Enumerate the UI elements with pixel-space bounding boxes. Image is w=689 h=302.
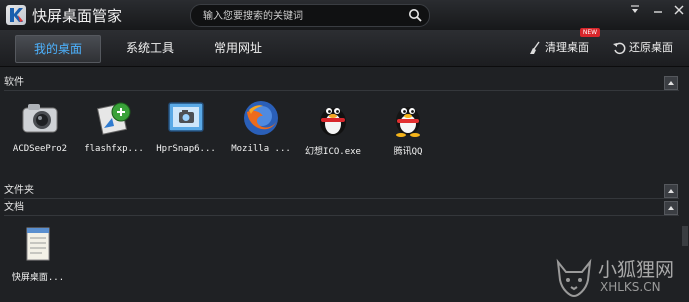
desktop-item-label: HprSnap6...	[156, 144, 216, 154]
firefox-icon	[241, 98, 281, 138]
desktop-item-label: flashfxp...	[84, 144, 144, 154]
restore-icon	[613, 42, 626, 55]
tab-system-tools[interactable]: 系统工具	[110, 35, 190, 61]
desktop-item-huanxiang[interactable]: 幻想ICO.exe	[297, 98, 369, 168]
new-badge: NEW	[580, 28, 600, 37]
clean-desktop-label: 清理桌面	[545, 41, 589, 54]
fox-watermark-icon	[556, 258, 592, 298]
section-software[interactable]: 软件	[4, 75, 679, 91]
section-docs[interactable]: 文档	[4, 200, 679, 216]
menu-dropdown-icon[interactable]	[628, 4, 642, 16]
minimize-icon[interactable]	[651, 4, 665, 16]
section-folders-title: 文件夹	[4, 185, 34, 196]
desktop-item-label: 快屏桌面...	[11, 273, 65, 283]
desktop-item-label: ACDSeePro2	[12, 144, 68, 154]
tab-common-sites[interactable]: 常用网址	[198, 35, 278, 61]
watermark-url: XHLKS.CN	[600, 280, 661, 294]
desktop-item-hypersnap[interactable]: HprSnap6...	[150, 98, 222, 168]
hypersnap-icon	[166, 98, 206, 138]
close-icon[interactable]	[672, 4, 686, 16]
collapse-folders-icon[interactable]	[664, 184, 678, 198]
title-bar: 快屏桌面管家	[0, 0, 689, 30]
section-docs-title: 文档	[4, 202, 24, 213]
watermark-text: 小狐狸网	[598, 259, 675, 281]
desktop-item-kuaiping-doc[interactable]: 快屏桌面...	[2, 224, 74, 294]
desktop-item-mozilla[interactable]: Mozilla ...	[225, 98, 297, 168]
collapse-software-icon[interactable]	[664, 76, 678, 90]
notepad-icon	[18, 224, 58, 264]
section-software-title: 软件	[4, 77, 24, 88]
collapse-docs-icon[interactable]	[664, 201, 678, 215]
search-input[interactable]	[201, 8, 405, 25]
qq-penguin-icon	[388, 98, 428, 138]
app-logo-icon	[6, 5, 26, 25]
scrollbar-thumb[interactable]	[682, 226, 688, 246]
broom-icon	[530, 41, 540, 54]
desktop-item-qq[interactable]: 腾讯QQ	[372, 98, 444, 168]
desktop-item-label: 腾讯QQ	[393, 147, 423, 157]
camera-icon	[20, 98, 60, 138]
watermark: 小狐狸网 XHLKS.CN	[548, 250, 689, 302]
tab-my-desktop[interactable]: 我的桌面	[15, 35, 101, 63]
app-title: 快屏桌面管家	[32, 7, 123, 25]
desktop-item-flashfxp[interactable]: flashfxp...	[78, 98, 150, 168]
desktop-item-label: Mozilla ...	[231, 144, 291, 154]
section-folders[interactable]: 文件夹	[4, 183, 679, 199]
search-box[interactable]	[190, 4, 430, 27]
desktop-item-acdsee[interactable]: ACDSeePro2	[4, 98, 76, 168]
restore-desktop-label: 还原桌面	[629, 41, 673, 54]
desktop-item-label: 幻想ICO.exe	[305, 147, 361, 157]
restore-desktop-button[interactable]: 还原桌面	[612, 35, 673, 61]
search-icon[interactable]	[408, 8, 422, 22]
penguin-icon	[313, 98, 353, 138]
flashfxp-icon	[94, 98, 134, 138]
clean-desktop-button[interactable]: 清理桌面	[528, 35, 589, 61]
